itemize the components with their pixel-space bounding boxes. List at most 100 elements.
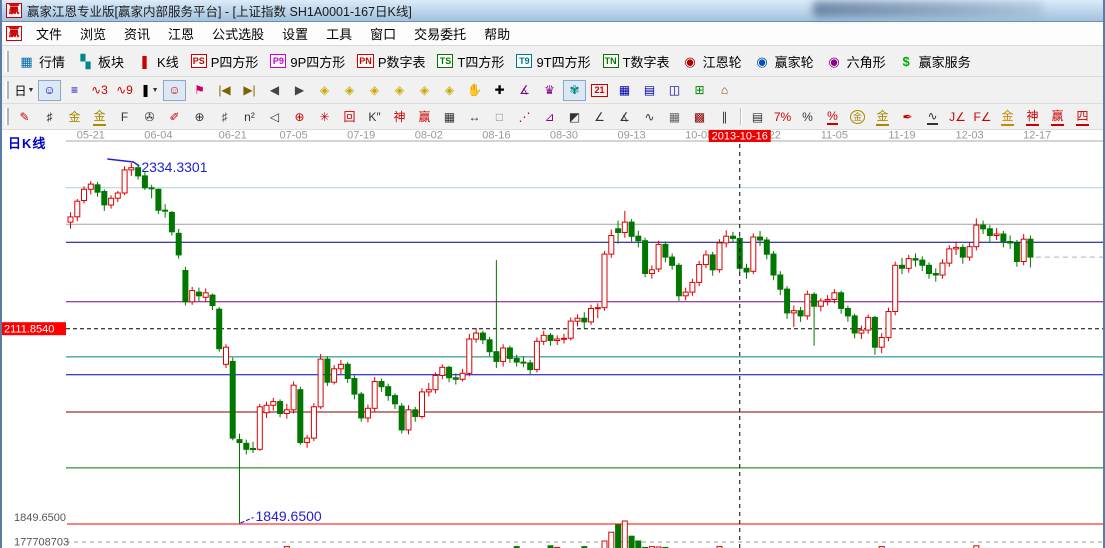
j-angle-button[interactable]: J∠ (946, 106, 969, 127)
toolbar-item-9p-square[interactable]: P99P四方形 (264, 50, 351, 73)
mirror-angle-button[interactable]: ◁ (263, 106, 286, 127)
menu-news[interactable]: 资讯 (115, 22, 159, 45)
fan-dark-button[interactable]: ◩ (563, 106, 586, 127)
candlestick-chart[interactable]: 05-2106-0406-2107-0507-1908-0208-1608-30… (2, 130, 1105, 548)
gold-angle-button[interactable]: 金 (996, 106, 1019, 127)
last-bar-button[interactable]: ▶| (238, 80, 261, 101)
toolbar-item-t-number-table[interactable]: TNT数字表 (597, 50, 676, 73)
si-angle-button[interactable]: 四 (1071, 106, 1094, 127)
grid-box-1-button[interactable]: ▦ (663, 106, 686, 127)
candle-annotate-button[interactable]: ✒ (896, 106, 919, 127)
volume-pane-button[interactable]: ⚑ (188, 80, 211, 101)
gann-view-blue-button[interactable]: ☺ (38, 80, 61, 101)
price-scale-button[interactable]: ▤ (746, 106, 769, 127)
circle-lines-button[interactable]: ⊕ (188, 106, 211, 127)
title-bar[interactable]: 赢 赢家江恩专业版[赢家内部服务平台] - [上证指数 SH1A0001-167… (2, 0, 1103, 22)
crown-tool-button[interactable]: ♛ (538, 80, 561, 101)
toolbar-grip[interactable] (5, 108, 9, 126)
square-spiral-button[interactable]: 回 (338, 106, 361, 127)
menu-window[interactable]: 窗口 (361, 22, 405, 45)
toolbar-item-winner-wheel[interactable]: ◉赢家轮 (748, 50, 820, 73)
web-star-button[interactable]: ✳ (313, 106, 336, 127)
gold-grid-1-button[interactable]: 金 (63, 106, 86, 127)
calculator-button[interactable]: ▦ (613, 80, 636, 101)
pan-hand-button[interactable]: ✋ (463, 80, 486, 101)
ying-angle-button[interactable]: 赢 (1046, 106, 1069, 127)
toolbar-grip[interactable] (5, 81, 9, 99)
percent-7-button[interactable]: 7% (771, 106, 794, 127)
zoom-out-h-button[interactable]: ◈ (363, 80, 386, 101)
toolbar-item-sectors[interactable]: ▚板块 (71, 50, 130, 73)
toolbar-item-hexagon[interactable]: ◉六角形 (820, 50, 892, 73)
gold-levels-button[interactable]: 金 (871, 106, 894, 127)
shift-left-button[interactable]: ◈ (313, 80, 336, 101)
percent-button[interactable]: % (796, 106, 819, 127)
prev-bar-button[interactable]: ◀ (263, 80, 286, 101)
toolbar-item-winner-service[interactable]: $赢家服务 (892, 50, 977, 73)
period-daily-dropdown-button[interactable]: 日▼ (13, 80, 36, 101)
toolbar-item-t-square[interactable]: TST四方形 (431, 50, 510, 73)
zoom-v-button[interactable]: ◈ (438, 80, 461, 101)
menu-help[interactable]: 帮助 (475, 22, 519, 45)
gold-circle-button[interactable]: 金 (846, 106, 869, 127)
menu-gann[interactable]: 江恩 (159, 22, 203, 45)
f-angle-button[interactable]: F∠ (971, 106, 994, 127)
pen-tool-button[interactable]: ✎ (13, 106, 36, 127)
zoom-in-h-button[interactable]: ◈ (388, 80, 411, 101)
kline-chart-area[interactable]: 日K线 05-2106-0406-2107-0507-1908-0208-160… (2, 130, 1105, 548)
calendar-button[interactable]: 21 (588, 80, 611, 101)
parallel-lines-button[interactable]: ∥ (713, 106, 736, 127)
shift-right-button[interactable]: ◈ (338, 80, 361, 101)
notes-button[interactable]: ▤ (638, 80, 661, 101)
fan-box-button[interactable]: ⊿ (538, 106, 561, 127)
menu-formula-stockpick[interactable]: 公式选股 (203, 22, 273, 45)
remote-assist-button[interactable]: ⌂ (713, 80, 736, 101)
sync-network-button[interactable]: ⊞ (688, 80, 711, 101)
box-select-button[interactable]: □ (488, 106, 511, 127)
menu-tools[interactable]: 工具 (317, 22, 361, 45)
menu-settings[interactable]: 设置 (273, 22, 317, 45)
angle-measure-button[interactable]: ∡ (513, 80, 536, 101)
gann-target-button[interactable]: ⊕ (288, 106, 311, 127)
shen-angle-button[interactable]: 神 (1021, 106, 1044, 127)
menu-browse[interactable]: 浏览 (71, 22, 115, 45)
gann-view-red-button[interactable]: ☺ (163, 80, 186, 101)
fib-lines-button[interactable]: F (113, 106, 136, 127)
next-bar-button[interactable]: ▶ (288, 80, 311, 101)
grid-box-2-button[interactable]: ▩ (688, 106, 711, 127)
toolbar-item-p-square[interactable]: PSP四方形 (185, 50, 265, 73)
candle-style-dropdown-button[interactable]: ❚▼ (138, 80, 161, 101)
wave-tool-button[interactable]: ∿ (638, 106, 661, 127)
trend-angle-1-button[interactable]: ∠ (588, 106, 611, 127)
gann-fan-red-button[interactable]: ⋰ (513, 106, 536, 127)
first-bar-button[interactable]: |◀ (213, 80, 236, 101)
shen-tool-button[interactable]: 神 (388, 106, 411, 127)
polyline-9-button[interactable]: ∿9 (113, 80, 136, 101)
menu-file[interactable]: 文件 (27, 22, 71, 45)
time-grid-button[interactable]: ♯ (38, 106, 61, 127)
smart-chart-button[interactable]: ✾ (563, 80, 586, 101)
square-of-n-button[interactable]: n² (238, 106, 261, 127)
wave-levels-button[interactable]: ∿ (921, 106, 944, 127)
percent-line-button[interactable]: % (821, 106, 844, 127)
toolbar-item-p-number-table[interactable]: PNP数字表 (351, 50, 431, 73)
toolbar-item-quotes[interactable]: ▦行情 (12, 50, 71, 73)
toolbar-item-gann-wheel[interactable]: ◉江恩轮 (676, 50, 748, 73)
polyline-3-button[interactable]: ∿3 (88, 80, 111, 101)
ying-tool-button[interactable]: 赢 (413, 106, 436, 127)
bar-count-grid-button[interactable]: ♯ (213, 106, 236, 127)
k-marks-button[interactable]: K″ (363, 106, 386, 127)
trend-angle-2-button[interactable]: ∡ (613, 106, 636, 127)
menu-trade[interactable]: 交易委托 (405, 22, 475, 45)
toolbar-grip[interactable] (5, 51, 9, 72)
count-grid-123-button[interactable]: ▦ (438, 106, 461, 127)
crosshair-tool-button[interactable]: ✚ (488, 80, 511, 101)
spiral-tool-button[interactable]: ✇ (138, 106, 161, 127)
toolbar-item-9t-square[interactable]: T99T四方形 (510, 50, 596, 73)
zoom-all-button[interactable]: ◈ (413, 80, 436, 101)
toolbar-item-kline[interactable]: ❚K线 (130, 50, 185, 73)
info-panel-button[interactable]: ≡ (63, 80, 86, 101)
save-button[interactable]: ◫ (663, 80, 686, 101)
width-measure-button[interactable]: ↔ (463, 106, 486, 127)
brush-tool-button[interactable]: ✐ (163, 106, 186, 127)
